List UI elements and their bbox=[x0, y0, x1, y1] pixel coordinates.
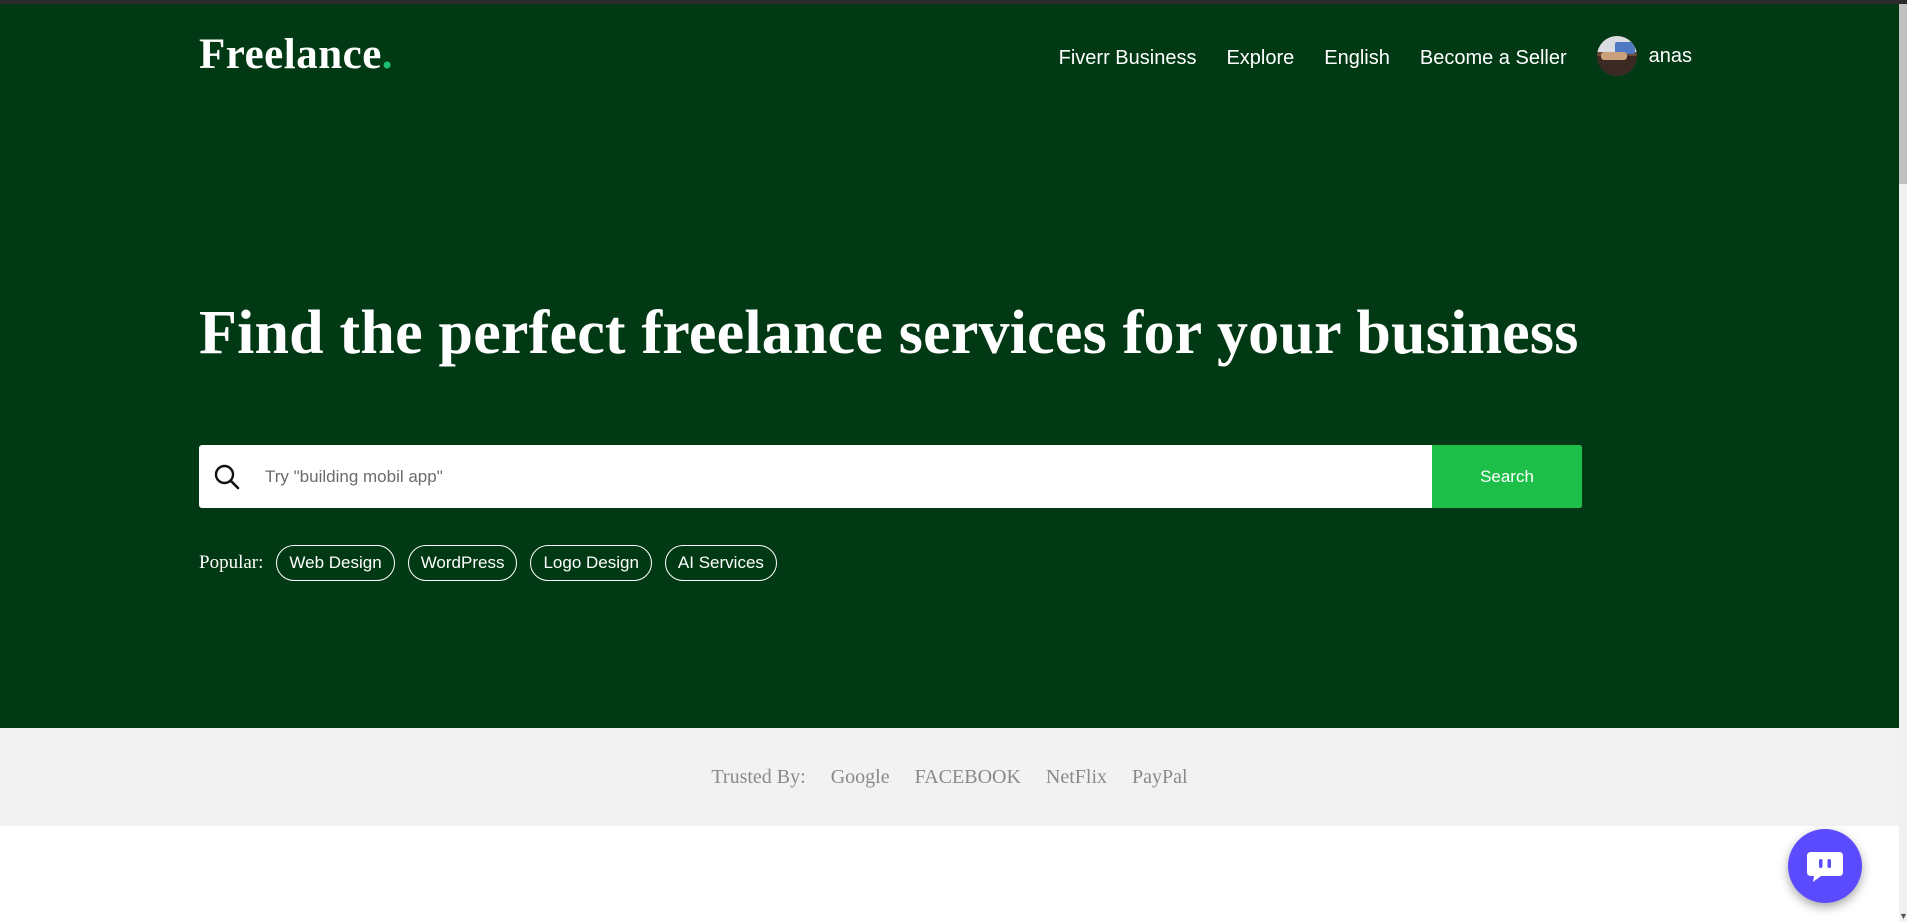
nav-link-become-seller[interactable]: Become a Seller bbox=[1420, 47, 1567, 70]
user-name: anas bbox=[1648, 44, 1692, 67]
tag-wordpress[interactable]: WordPress bbox=[407, 545, 518, 581]
nav-link-language[interactable]: English bbox=[1324, 47, 1390, 70]
user-menu[interactable]: anas bbox=[1596, 36, 1692, 76]
nav-link-fiverr-business[interactable]: Fiverr Business bbox=[1059, 47, 1197, 70]
avatar[interactable] bbox=[1596, 36, 1637, 76]
search-icon bbox=[199, 445, 255, 508]
popular-tags: Popular: Web Design WordPress Logo Desig… bbox=[199, 545, 777, 581]
scroll-down-arrow-icon[interactable]: ▼ bbox=[1899, 910, 1907, 922]
search-input[interactable] bbox=[255, 445, 1432, 508]
trusted-brand-google: Google bbox=[830, 765, 890, 788]
brand-dot: . bbox=[381, 31, 394, 78]
tag-ai-services[interactable]: AI Services bbox=[664, 545, 777, 581]
search-button[interactable]: Search bbox=[1432, 445, 1582, 508]
popular-label: Popular: bbox=[199, 552, 264, 573]
hero-headline: Find the perfect freelance services for … bbox=[199, 299, 1579, 367]
hero-section: Freelance. Fiverr Business Explore Engli… bbox=[0, 4, 1899, 728]
trusted-brand-netflix: NetFlix bbox=[1045, 765, 1108, 788]
trusted-brand-facebook: FACEBOOK bbox=[914, 765, 1021, 788]
top-nav: Fiverr Business Explore English Become a… bbox=[1059, 36, 1692, 76]
chat-icon bbox=[1807, 852, 1843, 882]
trusted-brand-paypal: PayPal bbox=[1132, 765, 1188, 788]
scrollbar-thumb[interactable] bbox=[1899, 4, 1907, 184]
tag-logo-design[interactable]: Logo Design bbox=[530, 545, 652, 581]
tag-web-design[interactable]: Web Design bbox=[276, 545, 395, 581]
trusted-by-bar: Trusted By: Google FACEBOOK NetFlix PayP… bbox=[0, 728, 1899, 826]
brand-logo[interactable]: Freelance. bbox=[199, 30, 393, 79]
brand-name: Freelance bbox=[199, 31, 382, 78]
chat-button[interactable] bbox=[1788, 829, 1862, 903]
nav-link-explore[interactable]: Explore bbox=[1226, 47, 1294, 70]
search-bar: Search bbox=[199, 445, 1582, 508]
trusted-label: Trusted By: bbox=[711, 765, 806, 788]
